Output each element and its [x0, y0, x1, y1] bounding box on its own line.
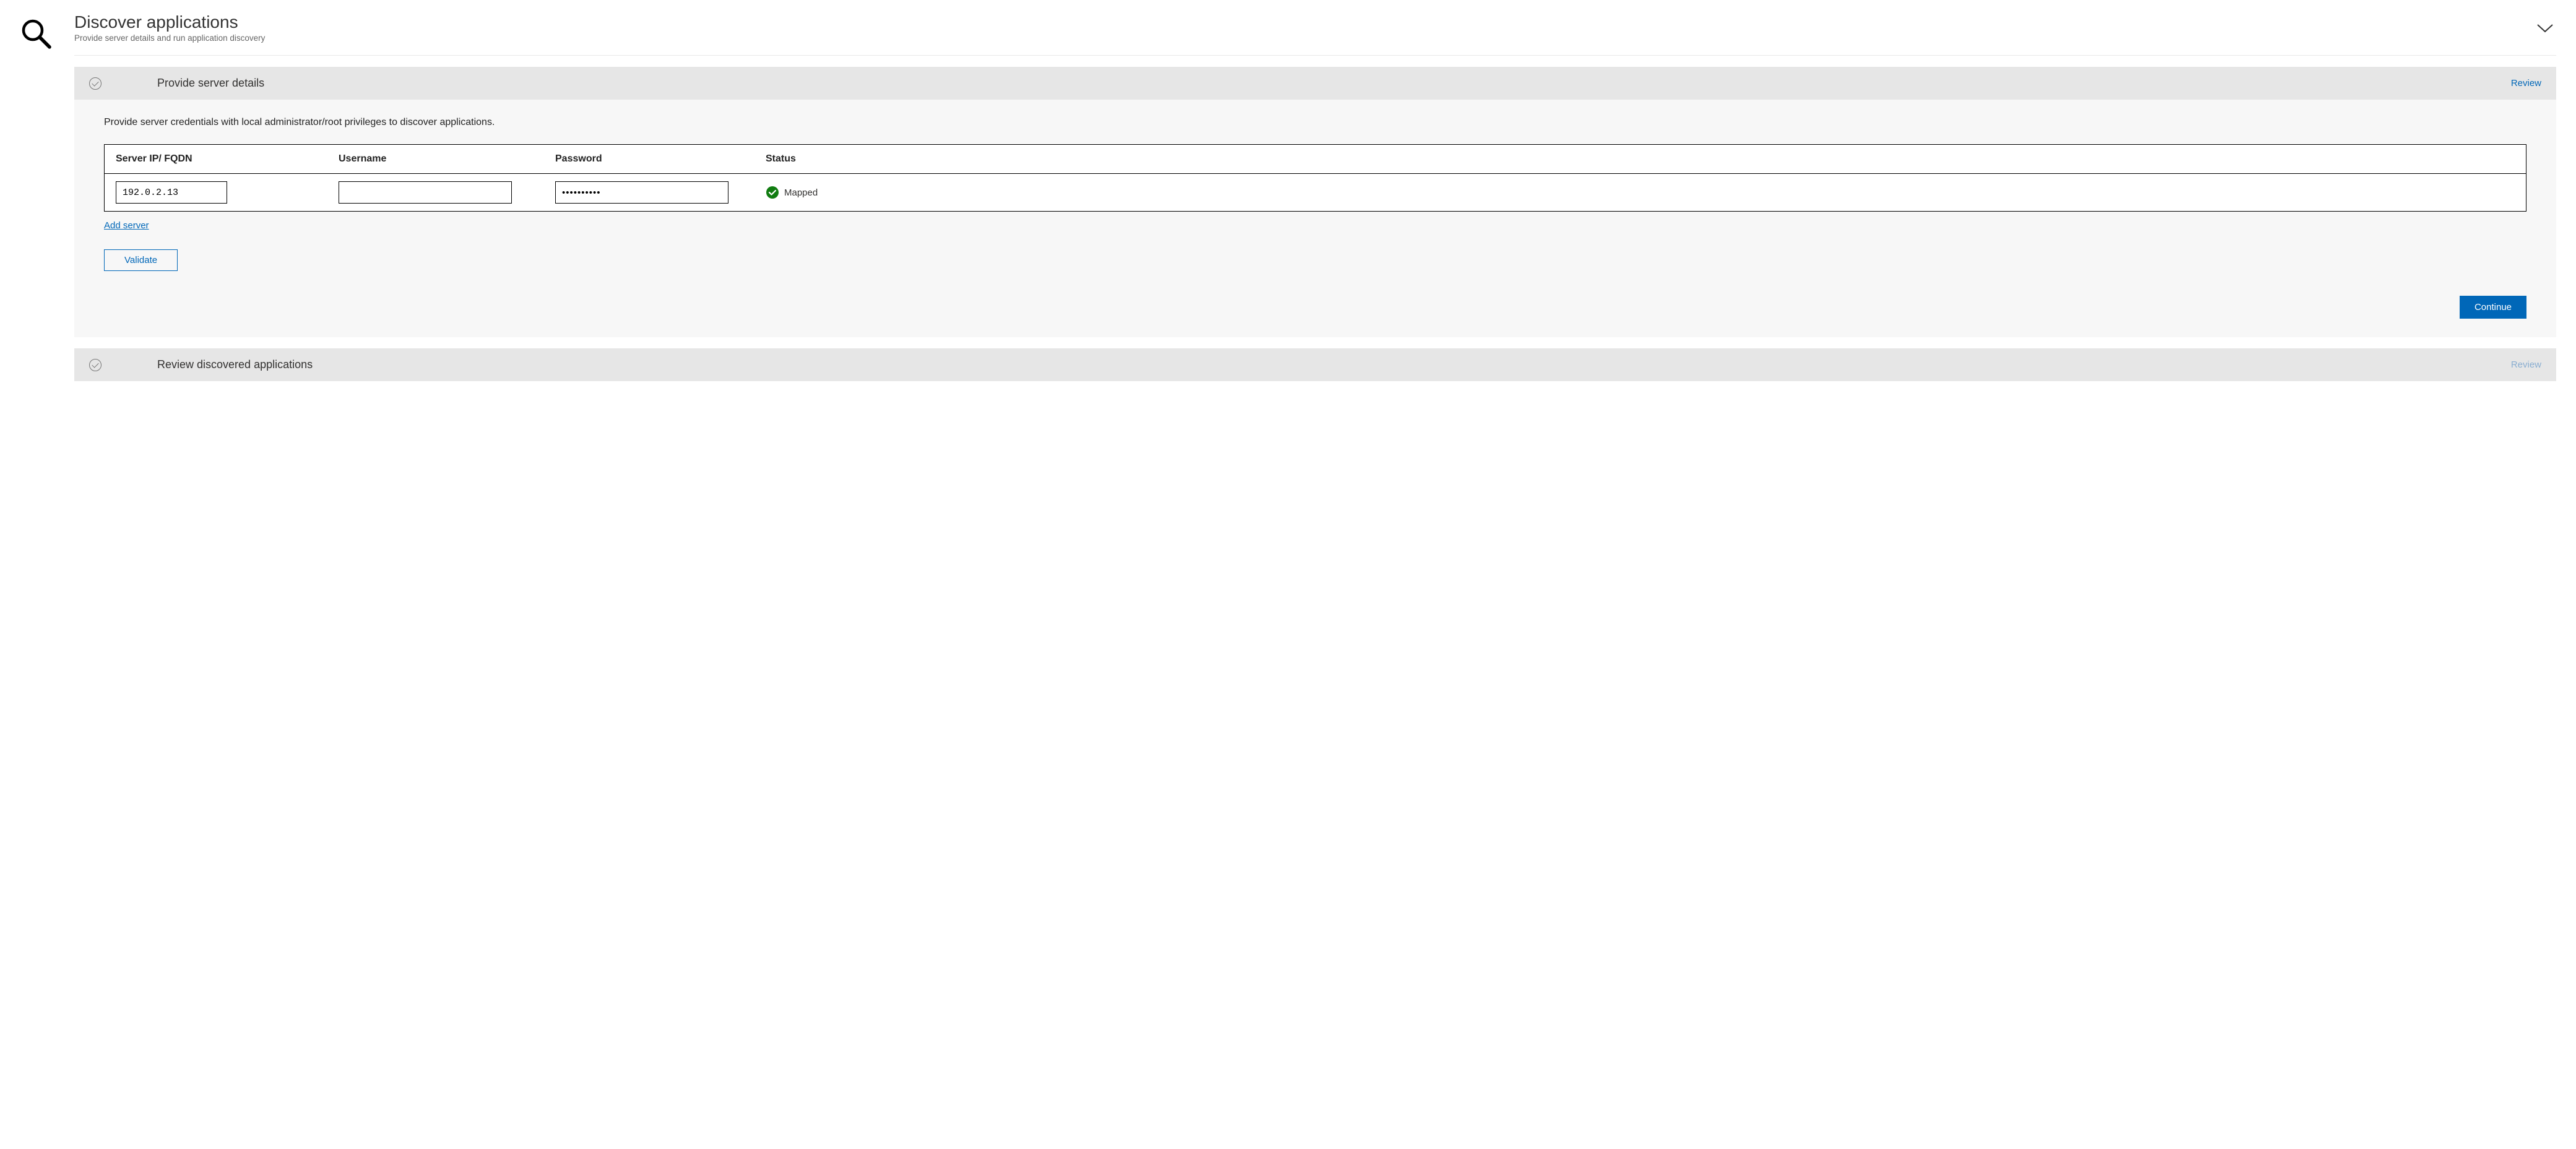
th-server-ip: Server IP/ FQDN	[116, 153, 339, 165]
status-label: Mapped	[784, 187, 818, 198]
username-input[interactable]	[339, 181, 512, 204]
chevron-down-icon[interactable]	[2536, 24, 2554, 33]
th-status: Status	[766, 153, 2515, 165]
page-subtitle: Provide server details and run applicati…	[74, 33, 265, 43]
validate-button[interactable]: Validate	[104, 249, 178, 271]
password-input[interactable]	[555, 181, 728, 204]
step-title: Review discovered applications	[157, 358, 2511, 371]
server-credentials-table: Server IP/ FQDN Username Password Status	[104, 144, 2526, 212]
instruction-text: Provide server credentials with local ad…	[104, 117, 2526, 128]
add-server-link[interactable]: Add server	[104, 220, 149, 231]
search-icon	[20, 17, 52, 49]
review-link[interactable]: Review	[2511, 359, 2541, 370]
server-ip-input[interactable]	[116, 181, 227, 204]
table-row: Mapped	[105, 174, 2526, 211]
review-link[interactable]: Review	[2511, 78, 2541, 88]
check-circle-icon	[89, 359, 102, 371]
step-title: Provide server details	[157, 77, 2511, 90]
page-title: Discover applications	[74, 12, 265, 32]
continue-button[interactable]: Continue	[2460, 296, 2526, 319]
status-success-icon	[766, 186, 779, 199]
step-review-discovered-header: Review discovered applications Review	[74, 348, 2556, 381]
th-password: Password	[555, 153, 766, 165]
check-circle-icon	[89, 77, 102, 90]
th-username: Username	[339, 153, 555, 165]
step-provide-server-details-header: Provide server details Review	[74, 67, 2556, 100]
